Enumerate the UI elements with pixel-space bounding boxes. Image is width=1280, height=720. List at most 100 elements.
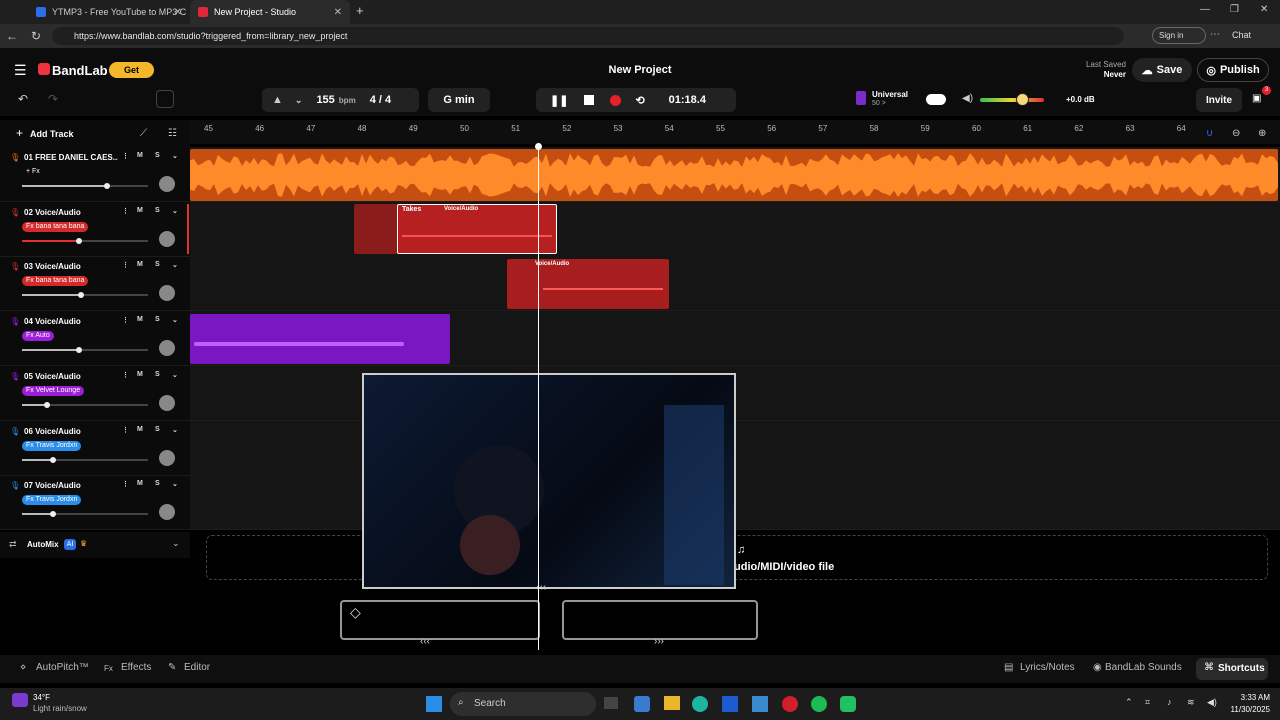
volume-knob[interactable]	[49, 511, 56, 518]
volume-knob[interactable]	[78, 292, 85, 299]
more-icon[interactable]: ⋮	[122, 316, 129, 324]
fx-badge[interactable]: Fx Velvet Lounge	[22, 385, 85, 396]
track-header[interactable]: 🎙 06 Voice/Audio Fx Travis Jordxn ⋮ M S ⌄	[0, 421, 190, 476]
volume-icon[interactable]: ◀)	[1207, 697, 1217, 708]
timeline-ruler[interactable]: 45 46 47 48 49 50 51 52 53 54 55 56 57 58 59 60 61 62 63 64	[190, 120, 1280, 144]
track-name[interactable]: 06 Voice/Audio	[24, 427, 118, 436]
solo-button[interactable]: S	[155, 371, 160, 378]
add-track-button[interactable]: Add Track	[30, 129, 74, 139]
clip-track-03[interactable]: Voice/Audio	[507, 259, 669, 309]
track-name[interactable]: 07 Voice/Audio	[24, 481, 118, 490]
pan-knob[interactable]	[159, 230, 175, 247]
volume-slider[interactable]	[22, 349, 148, 352]
mic-icon[interactable]: ♪	[1167, 697, 1172, 707]
track-header[interactable]: 🎙 02 Voice/Audio Fx bana tana bana ⋮ M S ⌄	[0, 202, 190, 257]
volume-slider[interactable]	[22, 458, 148, 461]
pan-knob[interactable]	[159, 176, 175, 192]
clip-track-02-take-a[interactable]	[354, 204, 398, 254]
fx-badge[interactable]: + Fx	[22, 167, 44, 177]
pan-knob[interactable]	[159, 394, 175, 411]
mute-button[interactable]: M	[137, 316, 143, 323]
chevron-down-icon[interactable]: ⌄	[172, 207, 178, 215]
chevron-down-icon[interactable]: ⌄	[172, 371, 178, 379]
network-icon[interactable]: ⌗	[1145, 697, 1150, 708]
solo-button[interactable]: S	[155, 316, 160, 323]
outlook-icon[interactable]	[752, 696, 768, 712]
record-icon[interactable]	[610, 94, 622, 106]
autopitch-button[interactable]: AutoPitch™	[36, 662, 89, 673]
mute-button[interactable]: M	[137, 261, 143, 268]
track-lane[interactable]	[190, 256, 1280, 312]
wifi-icon[interactable]: ≋	[1187, 697, 1195, 708]
windows-start-icon[interactable]	[426, 696, 442, 712]
fx-badge[interactable]: Fx bana tana bana	[22, 276, 89, 287]
volume-slider[interactable]	[22, 185, 148, 187]
taskbar-search[interactable]: ⌕ Search	[450, 692, 596, 716]
fx-badge[interactable]: Fx Auto	[22, 331, 54, 342]
camera-icon[interactable]	[156, 90, 174, 108]
pan-knob[interactable]	[159, 504, 175, 521]
pan-knob[interactable]	[159, 285, 175, 302]
chevron-down-icon[interactable]: ⌄	[172, 261, 178, 269]
close-window-icon[interactable]: ✕	[1260, 4, 1268, 15]
track-name[interactable]: 01 FREE DANIEL CAES...	[24, 153, 118, 162]
copilot-icon[interactable]	[634, 696, 650, 712]
mute-button[interactable]: M	[137, 426, 143, 433]
track-header[interactable]: 🎙 05 Voice/Audio Fx Velvet Lounge ⋮ M S ⌄	[0, 366, 190, 421]
minimize-icon[interactable]: —	[1200, 4, 1210, 15]
chat-button[interactable]: Chat	[1232, 30, 1251, 40]
more-icon[interactable]: ⋮	[122, 371, 129, 379]
track-name[interactable]: 03 Voice/Audio	[24, 262, 118, 271]
pan-knob[interactable]	[159, 340, 175, 357]
track-header[interactable]: 🎙 04 Voice/Audio Fx Auto ⋮ M S ⌄	[0, 311, 190, 367]
menu-icon[interactable]: ☰	[14, 62, 27, 79]
shortcuts-button[interactable]: ⌘ Shortcuts	[1196, 658, 1268, 680]
volume-slider[interactable]	[22, 294, 148, 297]
time-signature[interactable]: 4 / 4	[370, 94, 391, 106]
sign-in-button[interactable]: Sign in	[1152, 27, 1207, 44]
fx-badge[interactable]: Fx Travis Jordxn	[22, 440, 82, 451]
undo-icon[interactable]: ↶	[18, 92, 28, 106]
track-header[interactable]: 🎙 03 Voice/Audio Fx bana tana bana ⋮ M S ⌄	[0, 256, 190, 312]
mute-button[interactable]: M	[137, 207, 143, 214]
gift-icon[interactable]: ▣	[1252, 93, 1261, 104]
lyrics-button[interactable]: Lyrics/Notes	[1020, 662, 1075, 673]
edge-icon[interactable]	[692, 696, 708, 712]
clip-track-01[interactable]	[190, 149, 1278, 201]
fx-badge[interactable]: Fx bana tana bana	[22, 221, 89, 232]
spotify-icon[interactable]	[811, 696, 827, 712]
volume-knob[interactable]	[103, 183, 110, 189]
automix-label[interactable]: AutoMix	[27, 540, 59, 549]
more-icon[interactable]: ⋯	[1210, 29, 1220, 40]
tab-new-project[interactable]: New Project - Studio ✕	[190, 0, 350, 24]
new-tab-icon[interactable]: +	[356, 3, 364, 18]
zoom-out-icon[interactable]: ⊖	[1232, 128, 1240, 139]
clip-track-02-takes[interactable]: Takes Voice/Audio	[397, 204, 557, 254]
more-icon[interactable]: ⋮	[122, 152, 129, 160]
stop-icon[interactable]	[584, 95, 595, 105]
effects-button[interactable]: Effects	[121, 662, 151, 673]
solo-button[interactable]: S	[155, 152, 160, 159]
more-icon[interactable]: ⋮	[122, 480, 129, 488]
more-icon[interactable]: ⋮	[122, 207, 129, 215]
bpm-value[interactable]: 155	[316, 94, 334, 106]
zoom-in-icon[interactable]: ⊕	[1258, 128, 1266, 139]
pause-icon[interactable]: ❚❚	[550, 94, 568, 107]
url-field[interactable]: https://www.bandlab.com/studio?triggered…	[52, 27, 1124, 45]
clip-track-04[interactable]	[190, 314, 450, 364]
app-icon[interactable]	[840, 696, 856, 712]
volume-slider[interactable]	[22, 403, 148, 406]
solo-button[interactable]: S	[155, 480, 160, 487]
file-explorer-icon[interactable]	[664, 696, 680, 710]
fx-badge[interactable]: Fx Travis Jordxn	[22, 495, 82, 506]
bandlab-taskbar-icon[interactable]	[782, 696, 798, 712]
more-icon[interactable]: ⋮	[122, 426, 129, 434]
tab-ytmp3[interactable]: YTMP3 - Free YouTube to MP3 C ✕	[28, 0, 190, 24]
preset-name[interactable]: Universal	[872, 90, 908, 99]
refresh-icon[interactable]: ↻	[24, 29, 48, 43]
close-tab-icon[interactable]: ✕	[174, 7, 182, 18]
key-selector[interactable]: G min	[428, 88, 490, 112]
task-view-icon[interactable]	[604, 697, 618, 709]
track-name[interactable]: 05 Voice/Audio	[24, 372, 118, 381]
track-header[interactable]: 🎙 01 FREE DANIEL CAES... + Fx ⋮ M S ⌄	[0, 147, 190, 202]
